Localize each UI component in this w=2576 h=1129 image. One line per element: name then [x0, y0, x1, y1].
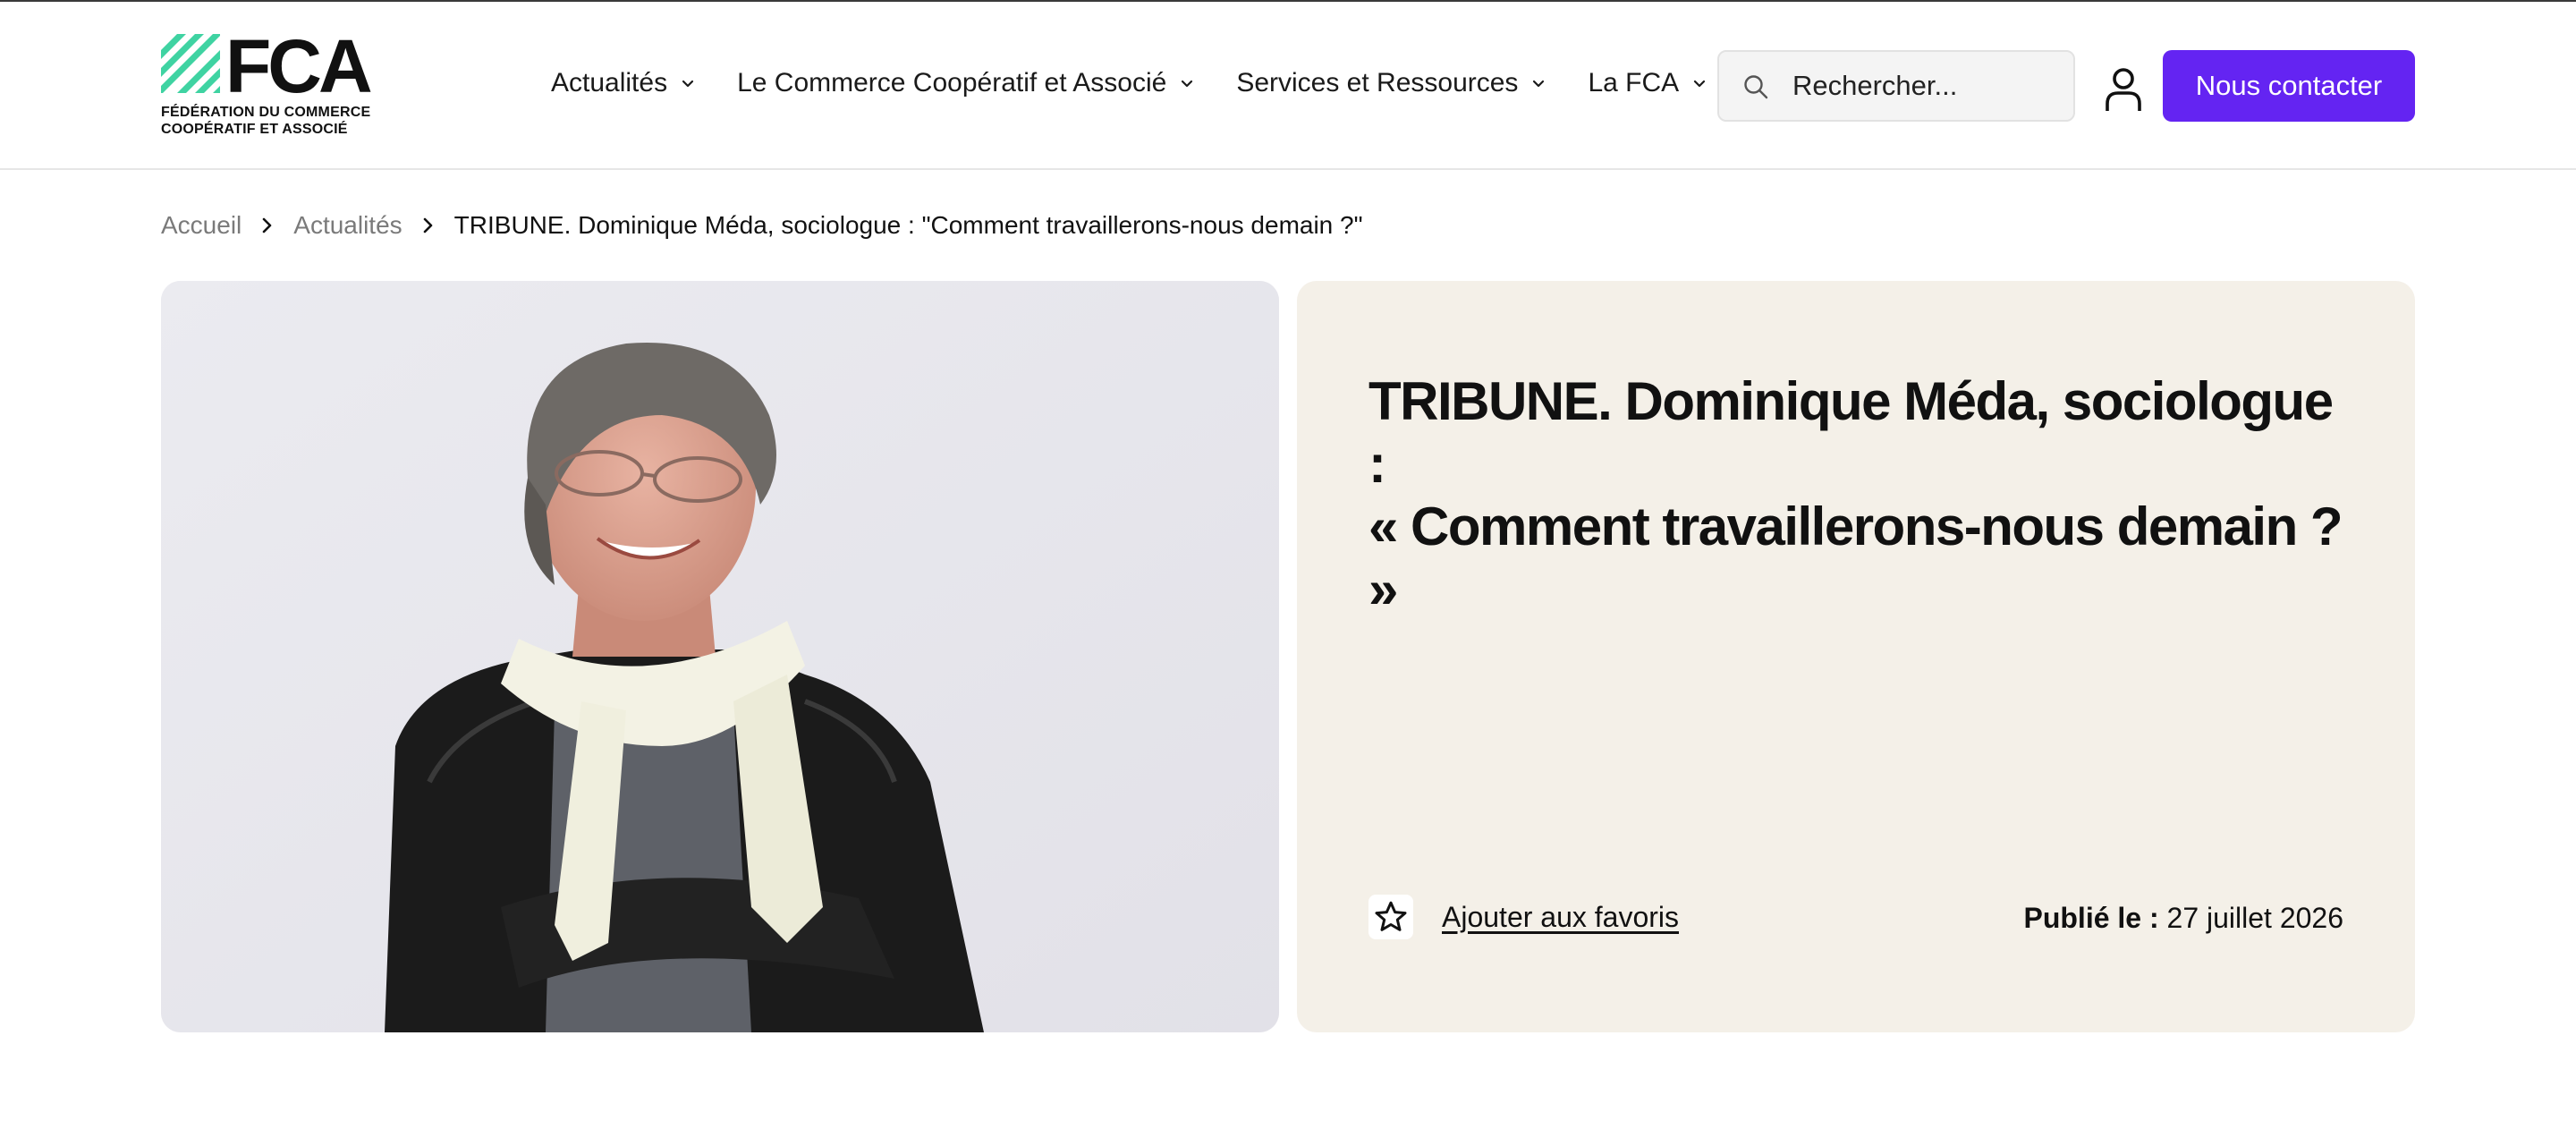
portrait-image: [161, 281, 1279, 1032]
main-nav: Actualités Le Commerce Coopératif et Ass…: [551, 68, 1749, 98]
nav-item-services[interactable]: Services et Ressources: [1236, 68, 1546, 98]
nav-item-actualites[interactable]: Actualités: [551, 68, 696, 98]
nav-item-label: Services et Ressources: [1236, 68, 1519, 98]
search-input[interactable]: [1792, 64, 2061, 107]
site-header: FCA FÉDÉRATION DU COMMERCE COOPÉRATIF ET…: [0, 2, 2576, 170]
breadcrumb: Accueil Actualités TRIBUNE. Dominique Mé…: [161, 211, 1363, 240]
nav-item-label: Le Commerce Coopératif et Associé: [737, 68, 1167, 98]
published-label: Publié le :: [2023, 902, 2159, 934]
nav-item-label: La FCA: [1588, 68, 1680, 98]
nav-item-commerce[interactable]: Le Commerce Coopératif et Associé: [737, 68, 1195, 98]
fca-logo-mark-icon: [161, 34, 220, 93]
search-box: [1717, 50, 2075, 122]
user-icon[interactable]: [2104, 66, 2143, 113]
nav-item-la-fca[interactable]: La FCA: [1588, 68, 1707, 98]
article-card: TRIBUNE. Dominique Méda, sociologue : « …: [1297, 281, 2415, 1032]
contact-button[interactable]: Nous contacter: [2163, 50, 2415, 122]
star-icon: [1368, 895, 1413, 939]
fca-logo[interactable]: FCA FÉDÉRATION DU COMMERCE COOPÉRATIF ET…: [161, 29, 376, 141]
article-photo: [161, 281, 1279, 1032]
add-to-favorites-label: Ajouter aux favoris: [1442, 900, 1680, 933]
chevron-right-icon: [262, 217, 272, 233]
published-date-value: 27 juillet 2026: [2166, 902, 2343, 934]
chevron-right-icon: [423, 217, 432, 233]
article-title-line-2: « Comment travaillerons-nous demain ? »: [1368, 497, 2343, 619]
breadcrumb-current: TRIBUNE. Dominique Méda, sociologue : "C…: [453, 211, 1363, 239]
article-title: TRIBUNE. Dominique Méda, sociologue : « …: [1368, 370, 2361, 621]
add-to-favorites-button[interactable]: Ajouter aux favoris: [1368, 895, 1679, 939]
logo-subtitle: FÉDÉRATION DU COMMERCE COOPÉRATIF ET ASS…: [161, 105, 371, 137]
published-date: Publié le : 27 juillet 2026: [2023, 902, 2343, 935]
search-icon[interactable]: [1742, 73, 1769, 100]
breadcrumb-actualites[interactable]: Actualités: [293, 211, 402, 240]
breadcrumb-home[interactable]: Accueil: [161, 211, 242, 240]
logo-wordmark: FCA: [225, 24, 373, 108]
article-title-line-1: TRIBUNE. Dominique Méda, sociologue :: [1368, 371, 2334, 494]
nav-item-label: Actualités: [551, 68, 668, 98]
chevron-down-icon: [682, 80, 694, 88]
chevron-down-icon: [1533, 80, 1545, 88]
chevron-down-icon: [1694, 80, 1706, 88]
chevron-down-icon: [1182, 80, 1193, 88]
